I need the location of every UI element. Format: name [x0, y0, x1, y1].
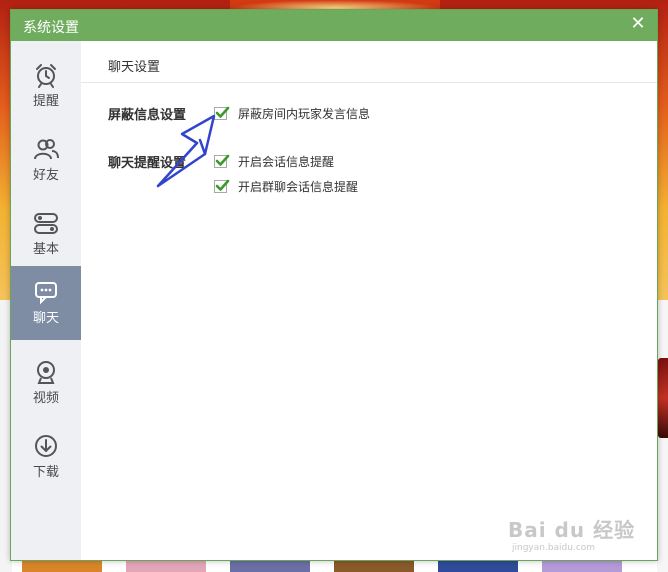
chat-bubble-icon: [35, 282, 57, 305]
option-session-message-reminder[interactable]: 开启会话信息提醒: [214, 153, 334, 169]
background-thumbnail: [438, 560, 518, 572]
page-title: 聊天设置: [108, 60, 161, 75]
checkbox[interactable]: [214, 154, 230, 168]
sidebar-item-chat[interactable]: 聊天: [11, 266, 81, 340]
background-thumbnail: [22, 560, 102, 572]
background-thumbnail: [126, 560, 206, 572]
checkmark-icon: [215, 106, 230, 118]
option-label: 屏蔽房间内玩家发言信息: [238, 106, 371, 121]
sidebar-item-basic[interactable]: 基本: [11, 197, 81, 271]
option-block-room-player-messages[interactable]: 屏蔽房间内玩家发言信息: [214, 105, 370, 121]
option-label: 开启群聊会话信息提醒: [238, 179, 359, 194]
checkmark-icon: [215, 154, 230, 166]
content-header: 聊天设置: [81, 41, 657, 83]
background-thumbnail: [334, 560, 414, 572]
checkmark-icon: [215, 179, 230, 191]
sidebar-item-label: 基本: [32, 242, 59, 257]
dialog-titlebar[interactable]: 系统设置 ✕: [11, 10, 657, 41]
sidebar-item-label: 下载: [32, 465, 59, 480]
dialog-title: 系统设置: [23, 20, 79, 36]
sidebar-item-label: 视频: [32, 391, 59, 406]
friends-icon: [34, 139, 59, 160]
checkbox[interactable]: [214, 179, 230, 193]
section-label-block-messages: 屏蔽信息设置: [108, 108, 187, 123]
section-label-chat-reminder: 聊天提醒设置: [108, 156, 187, 171]
sidebar-item-download[interactable]: 下载: [11, 420, 81, 494]
alarm-clock-icon: [36, 64, 56, 88]
sidebar-item-label: 提醒: [32, 94, 59, 109]
settings-content: 聊天设置 屏蔽信息设置 屏蔽房间内玩家发言信息 聊天提醒设置 开启会话信息提醒: [81, 41, 657, 560]
watermark-sub: jingyan.baidu.com: [512, 543, 596, 553]
webcam-icon: [37, 361, 55, 384]
sidebar-item-friends[interactable]: 好友: [11, 123, 81, 197]
background-thumbnail: [658, 358, 668, 438]
close-icon[interactable]: ✕: [629, 15, 647, 33]
baidu-jingyan-watermark: Bai du 经验 jingyan.baidu.com: [508, 514, 648, 564]
checkbox[interactable]: [214, 106, 230, 120]
watermark-main: Bai du 经验: [508, 518, 636, 542]
settings-sidebar: 提醒 好友 基本 聊天 视频 下载: [11, 41, 81, 560]
sidebar-item-video[interactable]: 视频: [11, 346, 81, 420]
toggle-settings-icon: [34, 213, 58, 234]
option-label: 开启会话信息提醒: [238, 154, 335, 169]
sidebar-item-label: 好友: [32, 168, 59, 183]
sidebar-item-label: 聊天: [32, 311, 59, 326]
option-group-chat-message-reminder[interactable]: 开启群聊会话信息提醒: [214, 178, 358, 194]
system-settings-dialog: 系统设置 ✕ 提醒 好友 基本 聊天 视频 下载 聊天设置 屏蔽信息设置 屏蔽房…: [10, 9, 658, 561]
sidebar-item-reminder[interactable]: 提醒: [11, 49, 81, 123]
background-thumbnail: [230, 560, 310, 572]
download-icon: [35, 435, 57, 457]
